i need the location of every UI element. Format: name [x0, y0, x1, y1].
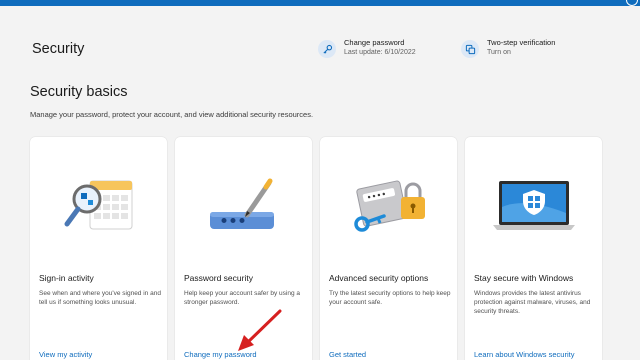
sign-in-activity-card: Sign-in activity See when and where you'…	[30, 137, 167, 360]
card-description: Windows provides the latest antivirus pr…	[474, 290, 591, 315]
advanced-security-options-card: Advanced security options Try the latest…	[320, 137, 457, 360]
top-app-bar	[0, 0, 640, 6]
view-my-activity-link[interactable]: View my activity	[39, 350, 92, 359]
page-title: Security	[32, 41, 85, 57]
card-title: Password security	[184, 273, 253, 283]
section-title: Security basics	[30, 84, 128, 100]
magnifier-calendar-illustration	[64, 180, 133, 230]
red-annotation-arrow	[238, 309, 282, 351]
password-pen-illustration	[210, 178, 274, 229]
card-description: Try the latest security options to help …	[329, 290, 451, 306]
change-password-quick-action[interactable]: Change password Last update: 6/10/2022	[318, 38, 416, 58]
quick-action-title: Change password	[344, 38, 405, 47]
learn-about-windows-security-link[interactable]: Learn about Windows security	[474, 350, 574, 359]
lock-key-illustration	[354, 180, 425, 232]
card-title: Sign-in activity	[39, 273, 94, 283]
two-step-icon	[461, 40, 479, 58]
get-started-link[interactable]: Get started	[329, 350, 366, 359]
laptop-shield-illustration	[493, 181, 575, 230]
quick-action-subtitle: Last update: 6/10/2022	[344, 49, 416, 56]
quick-action-subtitle: Turn on	[487, 49, 511, 56]
card-description: Help keep your account safer by using a …	[184, 290, 300, 306]
card-description: See when and where you've signed in and …	[39, 290, 161, 306]
stay-secure-with-windows-card: Stay secure with Windows Windows provide…	[465, 137, 602, 360]
section-description: Manage your password, protect your accou…	[30, 110, 314, 119]
card-title: Stay secure with Windows	[474, 273, 574, 283]
two-step-verification-quick-action[interactable]: Two-step verification Turn on	[461, 38, 555, 58]
account-avatar[interactable]	[626, 0, 638, 6]
quick-action-title: Two-step verification	[487, 38, 556, 47]
card-title: Advanced security options	[329, 273, 429, 283]
key-icon	[318, 40, 336, 58]
